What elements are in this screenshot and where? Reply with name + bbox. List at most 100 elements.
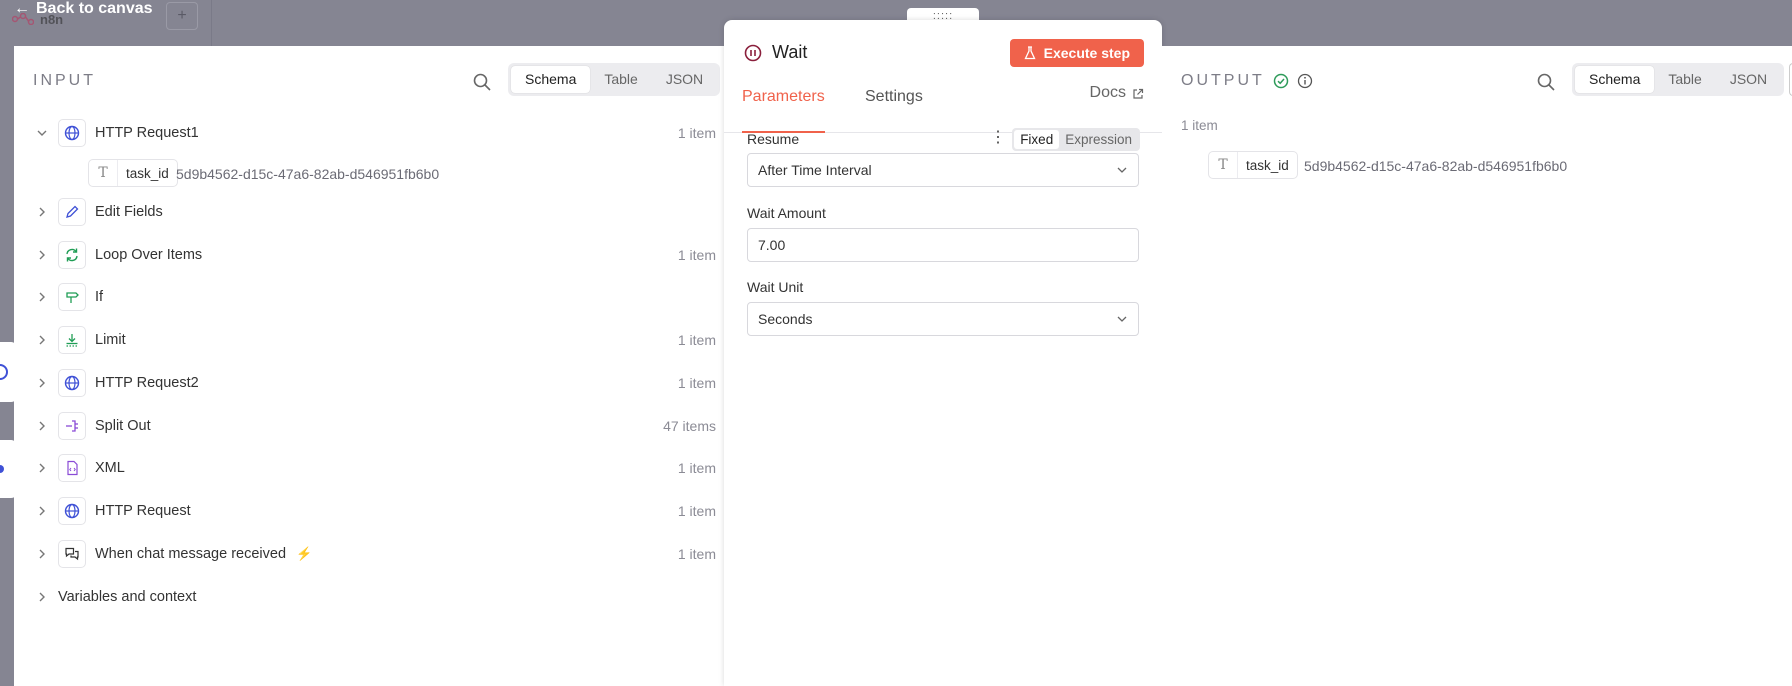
node-count: 1 item bbox=[677, 546, 716, 562]
tree-row-xml[interactable]: XML 1 item bbox=[14, 453, 724, 483]
input-view-switch: Schema Table JSON bbox=[508, 63, 721, 96]
tree-row-chat-trigger[interactable]: When chat message received ⚡ 1 item bbox=[14, 539, 724, 569]
output-view-json[interactable]: JSON bbox=[1716, 66, 1781, 93]
execute-step-label: Execute step bbox=[1043, 45, 1130, 61]
resume-select[interactable]: After Time Interval bbox=[747, 153, 1139, 187]
node-title-text: Wait bbox=[772, 42, 808, 62]
wait-amount-input[interactable]: 7.00 bbox=[747, 228, 1139, 262]
node-count: 1 item bbox=[677, 460, 716, 476]
chevron-right-icon[interactable] bbox=[36, 206, 48, 218]
chevron-right-icon[interactable] bbox=[36, 291, 48, 303]
search-icon[interactable] bbox=[472, 72, 492, 92]
limit-icon bbox=[58, 326, 86, 354]
field-value: 5d9b4562-d15c-47a6-82ab-d546951fb6b0 bbox=[176, 166, 440, 182]
pause-circle-icon bbox=[744, 44, 762, 61]
node-label: XML bbox=[95, 460, 125, 476]
chevron-down-icon bbox=[1117, 316, 1127, 322]
node-title: Wait bbox=[744, 42, 807, 63]
back-to-canvas-link[interactable]: ← Back to canvas bbox=[14, 0, 153, 18]
node-count: 1 item bbox=[677, 332, 716, 348]
tree-row-http-request1[interactable]: HTTP Request1 1 item bbox=[14, 118, 724, 148]
arrow-left-icon: ← bbox=[14, 0, 30, 17]
wait-unit-value: Seconds bbox=[758, 311, 813, 327]
node-label: If bbox=[95, 289, 104, 305]
fixed-expression-toggle: Fixed Expression bbox=[1012, 128, 1140, 151]
tab-settings[interactable]: Settings bbox=[865, 84, 923, 131]
success-check-icon bbox=[1273, 73, 1289, 89]
tab-parameters[interactable]: Parameters bbox=[742, 84, 825, 133]
globe-icon bbox=[58, 369, 86, 397]
input-view-schema[interactable]: Schema bbox=[511, 66, 591, 93]
trigger-bolt-icon: ⚡ bbox=[296, 546, 313, 561]
tree-row-limit[interactable]: Limit 1 item bbox=[14, 325, 724, 355]
info-icon[interactable] bbox=[1297, 73, 1313, 89]
text-type-icon: T bbox=[89, 160, 118, 186]
execute-step-button[interactable]: Execute step bbox=[1009, 39, 1144, 67]
tree-row-loop-over-items[interactable]: Loop Over Items 1 item bbox=[14, 240, 724, 270]
tree-row-http-request2[interactable]: HTTP Request2 1 item bbox=[14, 368, 724, 398]
tree-row-if[interactable]: If bbox=[14, 282, 724, 312]
chevron-right-icon[interactable] bbox=[36, 591, 48, 603]
wait-amount-value: 7.00 bbox=[758, 237, 786, 253]
chevron-right-icon[interactable] bbox=[36, 377, 48, 389]
wait-node-panel: Wait Execute step Parameters Settings Do… bbox=[724, 20, 1162, 686]
external-link-icon bbox=[1133, 88, 1144, 99]
node-label: Split Out bbox=[95, 418, 151, 434]
tree-row-edit-fields[interactable]: Edit Fields bbox=[14, 197, 724, 227]
chevron-right-icon[interactable] bbox=[36, 334, 48, 346]
output-item-count: 1 item bbox=[1181, 118, 1218, 133]
mode-expression[interactable]: Expression bbox=[1059, 130, 1138, 149]
chevron-right-icon[interactable] bbox=[36, 548, 48, 560]
globe-icon bbox=[58, 119, 86, 147]
wait-unit-label: Wait Unit bbox=[747, 279, 804, 295]
chevron-down-icon[interactable] bbox=[36, 127, 48, 139]
xml-file-icon bbox=[58, 454, 86, 482]
split-icon bbox=[58, 412, 86, 440]
search-icon[interactable] bbox=[1536, 72, 1556, 92]
chevron-right-icon[interactable] bbox=[36, 249, 48, 261]
node-count: 47 items bbox=[663, 418, 716, 434]
wait-unit-select[interactable]: Seconds bbox=[747, 302, 1139, 336]
tree-row-http-request[interactable]: HTTP Request 1 item bbox=[14, 496, 724, 526]
schema-field-task-id[interactable]: T task_id bbox=[88, 159, 178, 187]
chevron-right-icon[interactable] bbox=[36, 420, 48, 432]
input-panel: INPUT Schema Table JSON HTTP Request1 1 … bbox=[14, 46, 724, 686]
docs-label: Docs bbox=[1089, 84, 1126, 101]
node-label: Edit Fields bbox=[95, 204, 163, 220]
field-name: task_id bbox=[1246, 157, 1289, 173]
kebab-menu-icon[interactable]: ⋮ bbox=[990, 130, 1006, 146]
node-label: Limit bbox=[95, 332, 126, 348]
field-value: 5d9b4562-d15c-47a6-82ab-d546951fb6b0 bbox=[1304, 158, 1568, 174]
node-count: 1 item bbox=[677, 247, 716, 263]
node-count: 1 item bbox=[677, 375, 716, 391]
chevron-down-icon bbox=[1117, 167, 1127, 173]
node-tabs: Parameters Settings Docs bbox=[724, 84, 1162, 133]
input-view-json[interactable]: JSON bbox=[652, 66, 717, 93]
node-label: HTTP Request1 bbox=[95, 125, 199, 141]
node-label: When chat message received ⚡ bbox=[95, 546, 312, 562]
output-view-table[interactable]: Table bbox=[1654, 66, 1715, 93]
node-label-text: When chat message received bbox=[95, 546, 287, 562]
edge-circle-icon bbox=[0, 364, 8, 380]
output-field-task-id[interactable]: T task_id bbox=[1208, 151, 1298, 179]
tree-row-variables-context[interactable]: Variables and context bbox=[14, 582, 724, 612]
tree-row-split-out[interactable]: Split Out 47 items bbox=[14, 411, 724, 441]
node-label: HTTP Request bbox=[95, 503, 191, 519]
resume-select-value: After Time Interval bbox=[758, 162, 872, 178]
node-count: 1 item bbox=[677, 503, 716, 519]
chevron-right-icon[interactable] bbox=[36, 505, 48, 517]
output-title: OUTPUT bbox=[1181, 72, 1265, 89]
input-view-table[interactable]: Table bbox=[590, 66, 651, 93]
output-view-schema[interactable]: Schema bbox=[1575, 66, 1655, 93]
back-to-canvas-label: Back to canvas bbox=[36, 0, 153, 17]
wait-amount-label: Wait Amount bbox=[747, 205, 826, 221]
node-label: HTTP Request2 bbox=[95, 375, 199, 391]
docs-link[interactable]: Docs bbox=[1090, 84, 1144, 102]
resume-label: Resume bbox=[747, 131, 800, 147]
add-tab-button[interactable]: + bbox=[166, 2, 198, 30]
output-view-switch: Schema Table JSON bbox=[1572, 63, 1785, 96]
chevron-right-icon[interactable] bbox=[36, 462, 48, 474]
pencil-icon bbox=[58, 198, 86, 226]
mode-fixed[interactable]: Fixed bbox=[1014, 130, 1060, 149]
node-count: 1 item bbox=[677, 125, 716, 141]
